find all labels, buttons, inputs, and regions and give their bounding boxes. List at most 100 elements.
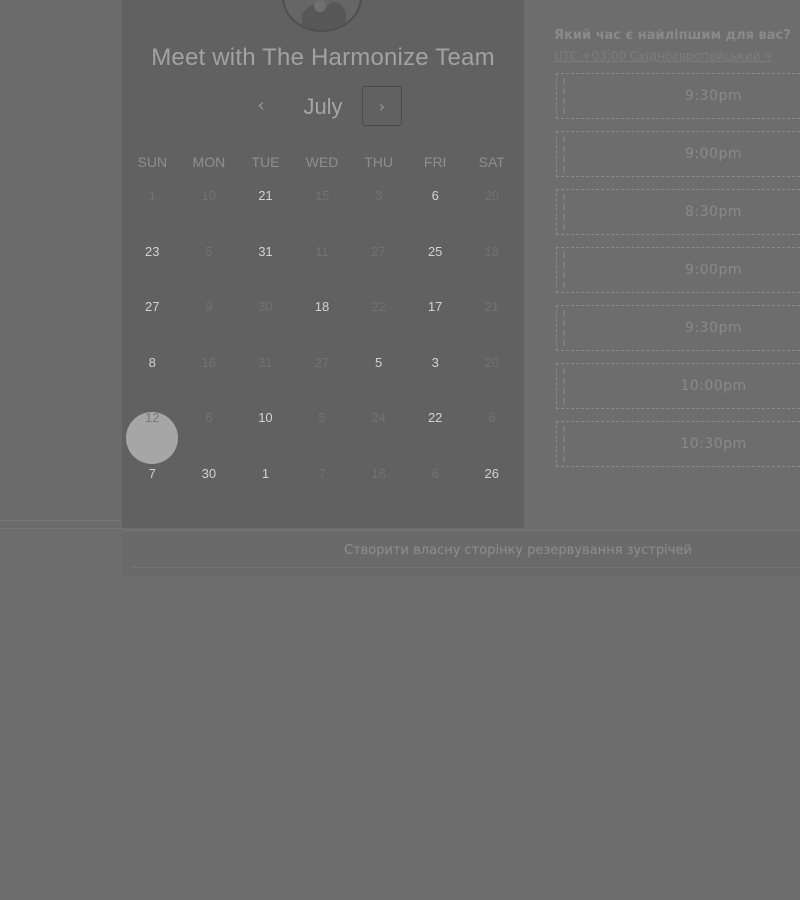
calendar-week-row: 7 30 1 7 18 6 26 (124, 454, 520, 510)
calendar-day: 21 (463, 287, 520, 343)
month-navigation: ‹ July › (122, 86, 524, 130)
calendar-day[interactable]: 18 (294, 287, 351, 343)
calendar-day-number: 31 (258, 354, 273, 370)
calendar-day: 20 (463, 176, 520, 232)
time-question-heading: Який час є найліпшим для вас? (554, 28, 791, 43)
calendar-day-number: 1 (261, 465, 270, 481)
calendar-day-number: 24 (371, 410, 386, 425)
weekday-label: FRI (423, 154, 447, 170)
calendar-week-row: 12 6 10 5 24 22 6 (124, 398, 520, 464)
calendar-day: 18 (463, 232, 520, 288)
create-booking-page-link[interactable]: Створити власну сторінку резервування зу… (344, 543, 692, 558)
calendar-day-number: 6 (431, 188, 439, 203)
time-slot-button[interactable]: 10:30pm (556, 421, 800, 467)
calendar-day-number: 3 (374, 188, 383, 203)
weekday-label: SUN (137, 154, 168, 170)
time-slot-label: 8:30pm (685, 204, 742, 220)
calendar-day-number: 10 (201, 188, 217, 203)
calendar-day: 7 (294, 454, 351, 510)
calendar-day-number: 18 (314, 299, 330, 314)
calendar-day-number: 26 (484, 465, 499, 481)
calendar-day[interactable]: 27 (124, 287, 181, 343)
weekday-header: SUN MON TUE WED THU FRI SAT (124, 154, 520, 174)
time-slot-button[interactable]: 9:30pm (556, 73, 800, 119)
month-label: July (303, 94, 343, 119)
calendar-day[interactable]: 5 (350, 343, 407, 399)
time-slot-label: 10:00pm (680, 378, 747, 394)
time-slot-button[interactable]: 10:00pm (556, 363, 800, 409)
calendar-day-number: 18 (484, 243, 499, 259)
calendar-day-selected[interactable]: 12 (124, 398, 181, 464)
calendar-day-number: 6 (488, 410, 496, 425)
time-slot-label: 9:30pm (685, 88, 742, 104)
calendar-day-number: 18 (371, 465, 386, 481)
calendar-day[interactable]: 17 (407, 287, 464, 343)
calendar-grid: 1 10 21 15 3 6 20 23 5 31 11 27 25 18 27 9 30 18 22 17 21 8 16… (124, 176, 520, 509)
calendar-day[interactable]: 3 (407, 343, 464, 399)
calendar-day-number: 23 (145, 243, 160, 259)
time-slot-panel: Який час є найліпшим для вас? UTC +03:00… (552, 22, 800, 488)
calendar-day[interactable]: 7 (124, 454, 181, 510)
weekday-label: SAT (478, 154, 505, 170)
calendar-day-number: 27 (145, 299, 160, 314)
calendar-day-number: 20 (484, 188, 499, 203)
calendar-day-number: 5 (318, 410, 326, 425)
calendar-week-row: 8 16 31 27 5 3 20 (124, 343, 520, 399)
divider (0, 520, 122, 521)
calendar-day-number: 22 (371, 299, 386, 314)
calendar-day: 3 (350, 176, 407, 232)
calendar-day: 20 (463, 343, 520, 399)
calendar-day-number: 7 (148, 465, 156, 481)
calendar-day-number: 5 (374, 354, 383, 370)
weekday-label: THU (364, 154, 393, 170)
calendar-day[interactable]: 22 (407, 398, 464, 454)
calendar-day-number: 22 (427, 410, 443, 425)
footer: Створити власну сторінку резервування зу… (122, 530, 800, 577)
next-month-button[interactable]: › (362, 86, 402, 126)
time-slot-label: 9:00pm (685, 146, 742, 162)
calendar-day[interactable]: 8 (124, 343, 181, 399)
calendar-day: 22 (350, 287, 407, 343)
calendar-day: 5 (294, 398, 351, 454)
time-slot-button[interactable]: 9:00pm (556, 131, 800, 177)
calendar-day: 30 (237, 287, 294, 343)
weekday-label: WED (305, 154, 339, 170)
calendar-day: 16 (181, 343, 238, 399)
time-slot-button[interactable]: 9:00pm (556, 247, 800, 293)
calendar-day: 9 (181, 287, 238, 343)
calendar-week-row: 1 10 21 15 3 6 20 (124, 176, 520, 232)
calendar-day-number: 30 (201, 465, 217, 481)
time-slot-button[interactable]: 8:30pm (556, 189, 800, 235)
calendar-day: 24 (350, 398, 407, 454)
calendar-day: 11 (294, 232, 351, 288)
calendar-day[interactable]: 31 (237, 232, 294, 288)
calendar-day-number: 8 (148, 354, 156, 370)
time-slot-button[interactable]: 9:30pm (556, 305, 800, 351)
time-slot-label: 9:30pm (685, 320, 742, 336)
calendar-day-number: 11 (315, 243, 329, 259)
calendar-day: 31 (237, 343, 294, 399)
calendar-day[interactable]: 21 (237, 176, 294, 232)
chevron-right-icon: › (378, 97, 386, 116)
timezone-selector[interactable]: UTC +03:00 Східноєвропейський ч (554, 49, 800, 63)
calendar-day[interactable]: 25 (407, 232, 464, 288)
footer-divider (132, 567, 800, 568)
calendar-day[interactable]: 23 (124, 232, 181, 288)
calendar-day: 5 (181, 232, 238, 288)
calendar-day-number: 9 (205, 299, 213, 314)
weekday-label: TUE (251, 154, 280, 170)
calendar-day-number: 30 (258, 299, 273, 314)
chevron-left-icon: ‹ (257, 95, 265, 116)
calendar-day-number: 25 (427, 243, 443, 259)
calendar-day-number: 10 (258, 410, 273, 425)
calendar-day[interactable]: 30 (181, 454, 238, 510)
calendar-day-number: 1 (148, 188, 156, 203)
calendar-day-number: 5 (205, 243, 213, 259)
booking-page: Meet with The Harmonize Team ‹ July › SU… (0, 0, 800, 900)
previous-month-button[interactable]: ‹ (246, 92, 276, 122)
calendar-day-number: 27 (314, 354, 330, 370)
calendar-day[interactable]: 10 (237, 398, 294, 454)
calendar-day[interactable]: 1 (237, 454, 294, 510)
calendar-day[interactable]: 6 (407, 176, 464, 232)
calendar-day[interactable]: 26 (463, 454, 520, 510)
